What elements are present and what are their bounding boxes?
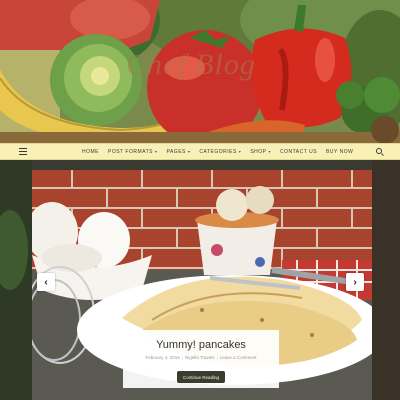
meta-separator: | <box>181 355 183 360</box>
chevron-right-icon: › <box>353 276 357 288</box>
nav-item-buy-now[interactable]: Buy Now <box>326 149 353 155</box>
nav-item-label: Shop <box>250 148 267 155</box>
hamburger-icon[interactable] <box>19 148 27 155</box>
nav-item-contact-us[interactable]: Contact Us <box>280 149 317 155</box>
nav-menu: Home Post Formats ▾ Pages ▾ Categories ▾… <box>82 144 362 159</box>
nav-item-label: Home <box>82 148 99 155</box>
chevron-down-icon: ▾ <box>238 149 242 154</box>
nav-item-pages[interactable]: Pages ▾ <box>167 149 191 155</box>
nav-item-label: Contact Us <box>280 148 318 155</box>
post-date[interactable]: February 4, 2016 <box>146 355 180 360</box>
nav-item-shop[interactable]: Shop ▾ <box>250 149 271 155</box>
post-comments-link[interactable]: Leave a Comment <box>220 355 257 360</box>
nav-item-label: Categories <box>199 148 237 155</box>
chevron-left-icon: ‹ <box>44 276 48 288</box>
slider-next-button[interactable]: › <box>346 273 364 291</box>
nav-item-label: Pages <box>166 148 186 155</box>
nav-item-post-formats[interactable]: Post Formats ▾ <box>108 149 158 155</box>
meta-separator: | <box>216 355 218 360</box>
nav-item-home[interactable]: Home <box>82 149 99 155</box>
header-banner: Chef Blog <box>0 0 400 143</box>
chevron-down-icon: ▾ <box>268 149 271 154</box>
slide-caption: Yummy! pancakes February 4, 2016 | Nigella… <box>123 330 279 388</box>
post-meta: February 4, 2016 | Nigella Travels | Leave a… <box>123 355 279 360</box>
post-title[interactable]: Yummy! pancakes <box>123 339 279 351</box>
nav-item-label: Post Formats <box>108 148 153 155</box>
chevron-down-icon: ▾ <box>154 149 158 154</box>
main-navigation: Home Post Formats ▾ Pages ▾ Categories ▾… <box>0 143 400 160</box>
slider-prev-button[interactable]: ‹ <box>37 273 55 291</box>
post-category[interactable]: Nigella Travels <box>185 355 215 360</box>
chevron-down-icon: ▾ <box>187 149 191 154</box>
nav-item-label: Buy Now <box>326 148 354 155</box>
continue-reading-button[interactable]: Continue Reading <box>177 371 225 383</box>
search-icon[interactable] <box>376 148 382 154</box>
nav-item-categories[interactable]: Categories ▾ <box>199 149 241 155</box>
site-title[interactable]: Chef Blog <box>126 48 256 82</box>
